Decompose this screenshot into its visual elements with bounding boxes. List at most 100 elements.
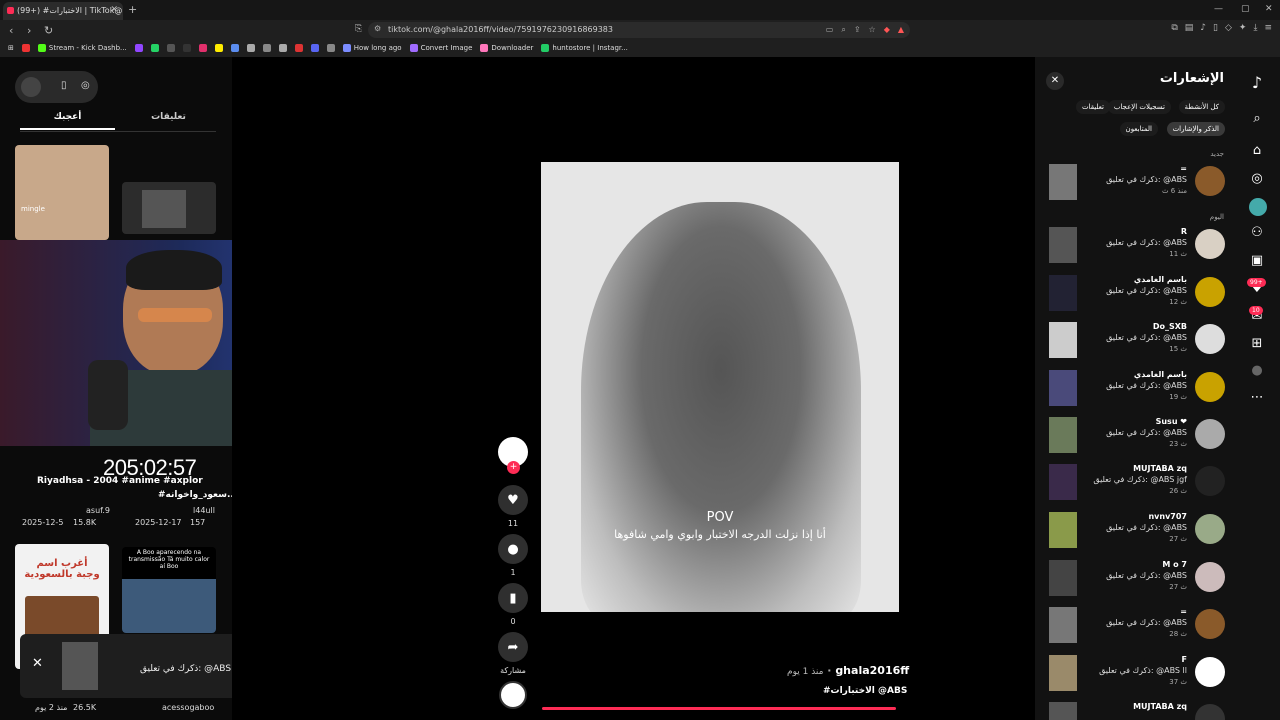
chip-mentions[interactable]: الذكر والإشارات (1166, 122, 1225, 136)
reader-icon[interactable]: ▤ (1185, 23, 1194, 33)
notification-username[interactable]: MUJTABA zq (1133, 702, 1187, 711)
site-info-icon[interactable]: ⚙ (374, 24, 381, 33)
phone-icon[interactable]: ▯ (61, 80, 67, 91)
avatar[interactable] (21, 77, 41, 97)
more-icon[interactable]: ⋯ (1249, 390, 1265, 406)
notification-video-thumb[interactable] (1049, 275, 1077, 311)
notification-username[interactable]: R (1181, 227, 1187, 236)
notification-item[interactable]: R ذكرك في تعليق: @ABS 11 ث (1035, 227, 1234, 271)
search-icon[interactable]: ⌕ (1249, 111, 1265, 127)
notification-avatar[interactable] (1195, 324, 1225, 354)
tab-comments[interactable]: تعليقات (121, 112, 216, 128)
notification-video-thumb[interactable] (1049, 164, 1077, 200)
notification-item[interactable]: nvnv707 ذكرك في تعليق: @ABS 27 ث (1035, 512, 1234, 556)
new-tab-button[interactable]: + (128, 3, 137, 16)
notification-avatar[interactable] (1195, 277, 1225, 307)
notification-item[interactable]: باسم الغامدي ذكرك في تعليق: @ABS 12 ث (1035, 275, 1234, 319)
notification-item[interactable]: F ذكرك في تعليق: @ABS اا 37 ث (1035, 655, 1234, 699)
tab-close-icon[interactable]: ✕ (110, 5, 118, 15)
comment-button[interactable]: ● (498, 534, 528, 564)
notification-video-thumb[interactable] (1049, 512, 1077, 548)
follow-button[interactable]: + (507, 461, 520, 474)
notification-item[interactable]: Do_SXB ذكرك في تعليق: @ABS 15 ث (1035, 322, 1234, 366)
notification-username[interactable]: Do_SXB (1153, 322, 1187, 331)
like-button[interactable]: ♥ (498, 485, 528, 515)
bookmark-downloader[interactable]: Downloader (480, 44, 533, 52)
profile-icon[interactable]: ● (1249, 363, 1265, 379)
notification-item[interactable]: باسم الغامدي ذكرك في تعليق: @ABS 19 ث (1035, 370, 1234, 414)
notification-avatar[interactable] (1195, 229, 1225, 259)
notification-username[interactable]: = (1180, 164, 1187, 173)
notification-avatar[interactable] (1195, 466, 1225, 496)
notification-video-thumb[interactable] (1049, 417, 1077, 453)
notification-avatar[interactable] (1195, 166, 1225, 196)
bookmark-icon-4[interactable] (278, 44, 287, 52)
notification-avatar[interactable] (1195, 609, 1225, 639)
notification-username[interactable]: MUJTABA zq (1133, 464, 1187, 473)
notification-username[interactable]: = (1180, 607, 1187, 616)
discord-icon[interactable] (310, 44, 319, 52)
video-user-2[interactable]: l44ull (193, 506, 215, 515)
chip-all-activity[interactable]: كل الأنشطة (1178, 100, 1225, 114)
apps-icon[interactable]: ⊞ (8, 44, 14, 52)
video-author[interactable]: منذ 1 يوم · ghala2016ff (787, 664, 909, 677)
notification-item[interactable]: Susu ❤ ذكرك في تعليق: @ABS 23 ث (1035, 417, 1234, 461)
video-thumbnail-2[interactable] (122, 182, 216, 234)
share-icon[interactable]: ⇪ (854, 25, 861, 35)
following-avatar[interactable] (1249, 198, 1267, 216)
notification-video-thumb[interactable] (1049, 560, 1077, 596)
explore-icon[interactable]: ◎ (1249, 171, 1265, 187)
video-caption-2[interactable]: #سعود_واخوانه.... (158, 490, 232, 500)
chip-comments[interactable]: تعليقات (1075, 100, 1110, 114)
upload-icon[interactable]: ⊞ (1249, 336, 1265, 352)
bookmark-icon-5[interactable] (294, 44, 303, 52)
puzzle-icon[interactable]: ✦ (1239, 23, 1247, 33)
star-icon[interactable]: ☆ (869, 25, 876, 35)
video-user-4[interactable]: acessogaboo (162, 703, 214, 712)
extension-icon[interactable]: ⧉ (1171, 23, 1177, 33)
notification-item[interactable]: = ذكرك في تعليق: @ABS 28 ث (1035, 607, 1234, 651)
tiktok-icon[interactable] (182, 44, 191, 52)
chip-followers[interactable]: المتابعون (1119, 122, 1158, 136)
address-bar[interactable]: ⚙ tiktok.com/@ghala2016ff/video/75919762… (368, 22, 910, 38)
maximize-button[interactable]: ▢ (1241, 4, 1250, 14)
friends-icon[interactable]: ⚇ (1249, 225, 1265, 241)
save-button[interactable]: ▮ (498, 583, 528, 613)
minimize-button[interactable]: — (1214, 4, 1223, 14)
tab-tiktok[interactable]: (99+) #الاختبارات | TikTok@ :S ✕ (3, 2, 123, 20)
notification-video-thumb[interactable] (1049, 370, 1077, 406)
back-button[interactable]: ‹ (9, 24, 13, 37)
tiktok-logo-icon[interactable]: ♪ (1249, 73, 1265, 92)
wallet-icon[interactable]: ◇ (1225, 23, 1232, 33)
bookmark-kick[interactable]: Stream - Kick Dashb... (37, 44, 127, 52)
notification-video-thumb[interactable] (1049, 655, 1077, 691)
bookmark-how-long-ago[interactable]: How long ago (342, 44, 402, 52)
compass-icon[interactable]: ◎ (81, 80, 90, 91)
video-hashtags[interactable]: #الاختبارات @ABS (823, 686, 907, 696)
notification-video-thumb[interactable] (1049, 322, 1077, 358)
close-window-button[interactable]: ✕ (1265, 4, 1273, 14)
music-icon[interactable]: ♪ (1200, 23, 1206, 33)
author-name[interactable]: ghala2016ff (835, 664, 909, 677)
reload-button[interactable]: ↻ (44, 24, 53, 37)
sidebar-icon[interactable]: ▯ (1213, 23, 1218, 33)
notification-username[interactable]: nvnv707 (1148, 512, 1187, 521)
bookmark-huntostore[interactable]: huntostore | Instagr... (541, 44, 628, 52)
bookmark-page-icon[interactable]: ⎘ (355, 24, 362, 34)
whatsapp-icon[interactable] (150, 44, 159, 52)
notification-avatar[interactable] (1195, 704, 1225, 720)
snapchat-icon[interactable] (214, 44, 223, 52)
bookmark-icon-3[interactable] (262, 44, 271, 52)
bookmark-convert-image[interactable]: Convert Image (409, 44, 472, 52)
notification-item[interactable]: MUJTABA zq (1035, 702, 1234, 720)
x-icon[interactable] (166, 44, 175, 52)
brave-shield-icon[interactable]: ◆ (884, 25, 890, 35)
youtube-icon[interactable] (21, 44, 30, 52)
notification-avatar[interactable] (1195, 657, 1225, 687)
download-icon[interactable]: ⤓ (1253, 23, 1257, 33)
home-icon[interactable]: ⌂ (1249, 143, 1265, 159)
notification-item[interactable]: MUJTABA zq ذكرك في تعليق: @ABS jgf 26 ث (1035, 464, 1234, 508)
close-notifications-button[interactable]: ✕ (1046, 72, 1064, 90)
notification-avatar[interactable] (1195, 514, 1225, 544)
notification-avatar[interactable] (1195, 372, 1225, 402)
